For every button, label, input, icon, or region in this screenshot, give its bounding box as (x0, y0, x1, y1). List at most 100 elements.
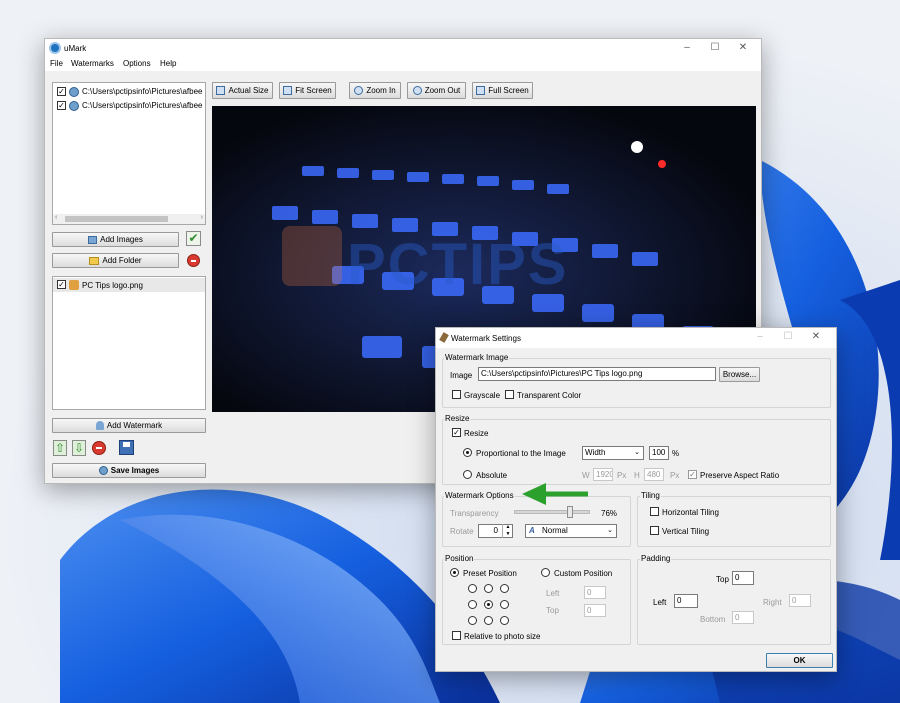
move-down-icon[interactable]: ⇩ (72, 440, 86, 456)
watermark-options-group-title: Watermark Options (444, 491, 515, 500)
dialog-maximize-button[interactable]: ☐ (774, 328, 802, 346)
watermark-checkbox[interactable]: ✓ (57, 280, 66, 289)
position-bottom-center-radio[interactable] (484, 616, 493, 625)
absolute-radio[interactable] (463, 470, 472, 479)
rotate-value: 0 (493, 526, 498, 535)
brush-icon (439, 332, 449, 343)
list-item[interactable]: ✓ C:\Users\pctipsinfo\Pictures\afbee (57, 100, 205, 112)
padding-top-input[interactable]: 0 (732, 571, 754, 585)
proportional-radio[interactable] (463, 448, 472, 457)
transparent-color-checkbox[interactable] (505, 390, 514, 399)
menu-options[interactable]: Options (123, 59, 151, 68)
file-checkbox[interactable]: ✓ (57, 101, 66, 110)
delete-watermark-icon[interactable] (92, 441, 106, 455)
watermark-text: PCTIPS (347, 232, 569, 297)
position-top-left-radio[interactable] (468, 584, 477, 593)
padding-bottom-input[interactable]: 0 (732, 611, 754, 624)
relative-size-label: Relative to photo size (464, 632, 541, 641)
maximize-button[interactable]: ☐ (701, 39, 729, 57)
dialog-title-bar: Watermark Settings – ☐ ✕ (436, 328, 836, 348)
browse-button[interactable]: Browse... (719, 367, 760, 382)
add-folder-button[interactable]: Add Folder (52, 253, 179, 268)
percent-unit: % (672, 449, 680, 458)
padding-left-input[interactable]: 0 (674, 594, 698, 608)
watermark-image-group (442, 358, 831, 408)
padding-bottom-label: Bottom (700, 615, 726, 624)
scroll-left-icon[interactable]: ‹ (55, 214, 57, 221)
ok-button[interactable]: OK (766, 653, 833, 668)
position-top-input[interactable]: 0 (584, 604, 606, 617)
menu-watermarks[interactable]: Watermarks (71, 59, 114, 68)
add-image-icon (88, 235, 98, 244)
fit-screen-button[interactable]: Fit Screen (279, 82, 336, 99)
resize-checkbox[interactable]: ✓ (452, 428, 461, 437)
position-left-label: Left (546, 589, 560, 598)
tiling-group-title: Tiling (640, 491, 661, 500)
dimension-select[interactable]: Width ⌄ (582, 446, 644, 460)
watermark-list[interactable]: ✓ PC Tips logo.png (52, 276, 206, 410)
save-images-label: Save Images (110, 466, 160, 475)
position-bottom-right-radio[interactable] (500, 616, 509, 625)
grayscale-checkbox[interactable] (452, 390, 461, 399)
move-up-icon[interactable]: ⇧ (53, 440, 67, 456)
dialog-close-button[interactable]: ✕ (802, 328, 830, 346)
position-middle-left-radio[interactable] (468, 600, 477, 609)
save-images-button[interactable]: Save Images (52, 463, 206, 478)
width-input[interactable]: 1920 (593, 468, 613, 481)
list-item[interactable]: ✓ C:\Users\pctipsinfo\Pictures\afbee (57, 86, 205, 98)
position-center-radio[interactable] (484, 600, 493, 609)
full-screen-label: Full Screen (488, 86, 529, 95)
actual-size-button[interactable]: Actual Size (212, 82, 273, 99)
minimize-button[interactable]: – (673, 39, 701, 57)
remove-icon[interactable] (187, 254, 200, 267)
position-left-input[interactable]: 0 (584, 586, 606, 599)
image-label: Image (450, 371, 473, 380)
padding-right-input[interactable]: 0 (789, 594, 811, 607)
watermark-settings-dialog: Watermark Settings – ☐ ✕ Watermark Image… (435, 327, 837, 672)
rotate-spinner[interactable]: ▲ ▼ (502, 524, 513, 538)
percent-input[interactable]: 100 (649, 446, 669, 460)
scroll-thumb[interactable] (65, 216, 168, 222)
font-style-value: Normal (542, 526, 568, 535)
horizontal-tiling-label: Horizontal Tiling (662, 508, 719, 517)
full-screen-button[interactable]: Full Screen (472, 82, 533, 99)
position-top-right-radio[interactable] (500, 584, 509, 593)
app-icon (49, 42, 61, 54)
watermark-name: PC Tips logo.png (82, 281, 143, 290)
position-top-center-radio[interactable] (484, 584, 493, 593)
menu-help[interactable]: Help (160, 59, 176, 68)
menu-file[interactable]: File (50, 59, 63, 68)
horizontal-tiling-checkbox[interactable] (650, 507, 659, 516)
list-item[interactable]: ✓ PC Tips logo.png (53, 278, 205, 292)
transparency-slider[interactable] (514, 506, 590, 518)
position-middle-right-radio[interactable] (500, 600, 509, 609)
preserve-aspect-checkbox[interactable]: ✓ (688, 470, 697, 479)
add-images-button[interactable]: Add Images (52, 232, 179, 247)
file-list[interactable]: ✓ C:\Users\pctipsinfo\Pictures\afbee ✓ C… (52, 82, 206, 225)
position-bottom-left-radio[interactable] (468, 616, 477, 625)
zoom-out-button[interactable]: Zoom Out (407, 82, 466, 99)
actual-size-icon (216, 86, 226, 96)
height-label: H (634, 471, 640, 480)
scroll-right-icon[interactable]: › (201, 214, 203, 221)
horizontal-scrollbar[interactable]: ‹ › (53, 214, 205, 224)
zoom-in-button[interactable]: Zoom In (349, 82, 401, 99)
dimension-select-value: Width (585, 448, 606, 457)
dialog-minimize-button[interactable]: – (746, 328, 774, 346)
font-style-select[interactable]: A Normal ⌄ (525, 524, 617, 538)
close-button[interactable]: ✕ (729, 39, 757, 57)
apply-check-icon[interactable]: ✔ (186, 231, 201, 246)
image-file-icon (69, 87, 79, 97)
image-path-input[interactable]: C:\Users\pctipsinfo\Pictures\PC Tips log… (478, 367, 716, 381)
preset-position-radio[interactable] (450, 568, 459, 577)
padding-top-label: Top (716, 575, 729, 584)
proportional-label: Proportional to the Image (476, 449, 566, 458)
add-watermark-button[interactable]: Add Watermark (52, 418, 206, 433)
height-input[interactable]: 480 (644, 468, 664, 481)
file-checkbox[interactable]: ✓ (57, 87, 66, 96)
relative-size-checkbox[interactable] (452, 631, 461, 640)
vertical-tiling-checkbox[interactable] (650, 526, 659, 535)
file-path: C:\Users\pctipsinfo\Pictures\afbee (82, 87, 203, 96)
save-disk-icon[interactable] (119, 440, 134, 455)
custom-position-radio[interactable] (541, 568, 550, 577)
